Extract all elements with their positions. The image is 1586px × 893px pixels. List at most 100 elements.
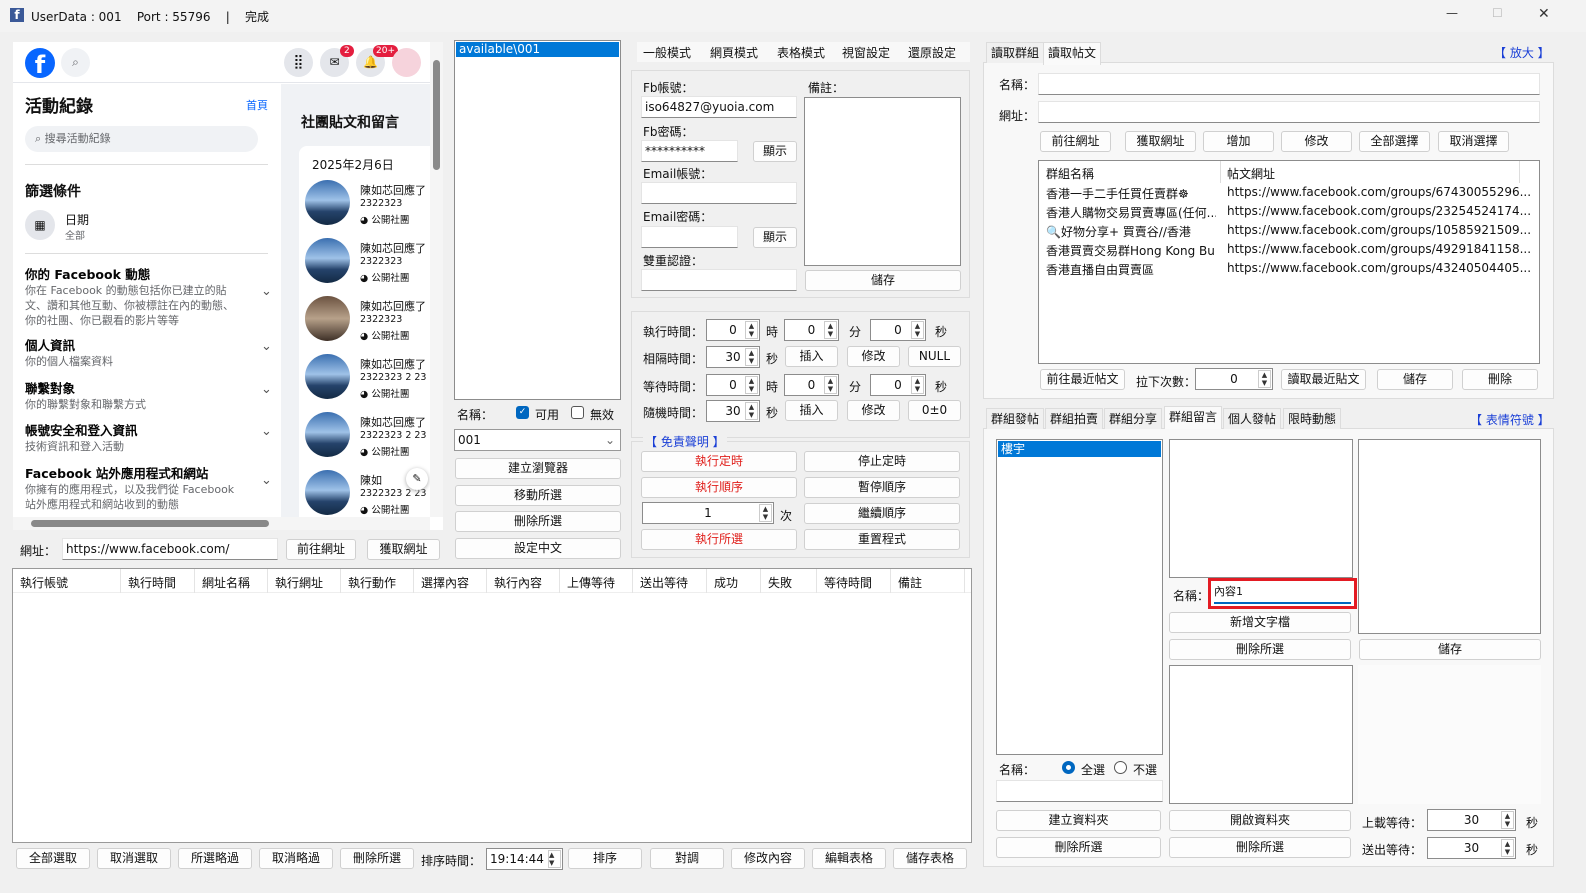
- enabled-checkbox[interactable]: ✓: [516, 406, 529, 419]
- date-filter-label[interactable]: 日期: [65, 211, 89, 228]
- post-item[interactable]: 陳如芯回應了 2322323 ◕ 公開社團: [303, 180, 430, 236]
- browser-view[interactable]: f ⌕ ⣿ ✉ 2 🔔 20+ 活動紀錄 首頁 ⌕ 搜尋活動紀錄 篩選條件 ▦ …: [13, 42, 443, 530]
- cancel-skip-button[interactable]: 取消略過: [259, 848, 333, 869]
- fb-password-input[interactable]: **********: [641, 140, 738, 162]
- random-spinner[interactable]: 30 ▲ ▼: [706, 400, 760, 422]
- avatar[interactable]: [392, 48, 421, 77]
- section-security[interactable]: 帳號安全和登入資訊 技術資訊和登入活動 ⌄: [25, 420, 275, 454]
- modify-random-button[interactable]: 修改: [847, 400, 900, 421]
- move-selected-button[interactable]: 移動所選: [455, 485, 621, 506]
- delete-read-button[interactable]: 刪除: [1462, 369, 1538, 390]
- pause-sequence-button[interactable]: 暫停順序: [804, 477, 960, 498]
- column-header-group-name[interactable]: 群組名稱: [1046, 165, 1094, 182]
- content-text-area[interactable]: [1358, 439, 1541, 634]
- chevron-down-icon[interactable]: ⌄: [261, 382, 272, 397]
- get-url-button[interactable]: 獲取網址: [367, 539, 440, 560]
- pull-count-spinner[interactable]: 0 ▲ ▼: [1195, 368, 1273, 390]
- activity-search-input[interactable]: ⌕ 搜尋活動紀錄: [25, 126, 258, 152]
- profile-item-selected[interactable]: available\001: [456, 42, 619, 57]
- table-row[interactable]: 香港一手二手任買任賣群☸ https://www.facebook.com/gro…: [1039, 183, 1539, 202]
- stop-timer-button[interactable]: 停止定時: [804, 451, 960, 472]
- tab-group-auction[interactable]: 群組拍賣: [1045, 408, 1104, 429]
- menu-table-mode[interactable]: 表格模式: [777, 44, 825, 61]
- read-name-input[interactable]: [1038, 73, 1540, 95]
- column-header-post-url[interactable]: 帖文網址: [1227, 165, 1275, 182]
- vertical-scrollbar[interactable]: [430, 42, 443, 517]
- tab-read-groups[interactable]: 讀取群組: [986, 42, 1045, 63]
- table-row[interactable]: 香港人購物交易買賣專區(任何... https://www.facebook.co…: [1039, 202, 1539, 221]
- chevron-down-icon[interactable]: ⌄: [261, 284, 272, 299]
- table-row[interactable]: 🔍好物分享+ 買賣谷//香港 https://www.facebook.com/g…: [1039, 221, 1539, 240]
- chevron-down-icon[interactable]: ⌄: [261, 473, 272, 488]
- table-row[interactable]: 香港買賣交易群Hong Kong Bu... https://www.facebo…: [1039, 240, 1539, 259]
- post-item[interactable]: 陳如芯回應了 2322323 ◕ 公開社團: [303, 238, 430, 294]
- menu-restore-settings[interactable]: 還原設定: [908, 44, 956, 61]
- read-url-input[interactable]: [1038, 101, 1540, 123]
- delete-selected-button[interactable]: 刪除所選: [455, 511, 621, 532]
- skip-selected-button[interactable]: 所選略過: [178, 848, 252, 869]
- horizontal-scrollbar[interactable]: [13, 517, 430, 530]
- save-table-button[interactable]: 儲存表格: [893, 848, 967, 869]
- read-go-url-button[interactable]: 前往網址: [1040, 131, 1111, 152]
- column-header[interactable]: 執行內容: [494, 574, 542, 591]
- profile-combo[interactable]: 001 ⌄: [454, 429, 621, 451]
- send-wait-spinner[interactable]: 30 ▲ ▼: [1427, 837, 1516, 859]
- wait-second-spinner[interactable]: 0 ▲ ▼: [870, 374, 926, 396]
- insert-random-button[interactable]: 插入: [785, 400, 838, 421]
- deselect-rows-button[interactable]: 取消選取: [97, 848, 171, 869]
- minimize-button[interactable]: —: [1446, 6, 1458, 20]
- column-header[interactable]: 送出等待: [640, 574, 688, 591]
- zoom-link[interactable]: 【 放大 】: [1494, 44, 1550, 61]
- chevron-down-icon[interactable]: ⌄: [261, 424, 272, 439]
- menu-window-settings[interactable]: 視窗設定: [842, 44, 890, 61]
- maximize-button[interactable]: ☐: [1492, 6, 1503, 20]
- set-chinese-button[interactable]: 設定中文: [455, 538, 621, 559]
- exec-second-spinner[interactable]: 0 ▲ ▼: [870, 319, 926, 341]
- column-header[interactable]: 執行時間: [128, 574, 176, 591]
- column-header[interactable]: 備註: [898, 574, 922, 591]
- close-button[interactable]: ✕: [1538, 6, 1550, 22]
- column-header[interactable]: 成功: [714, 574, 738, 591]
- read-recent-post-button[interactable]: 讀取最近貼文: [1281, 369, 1366, 390]
- select-all-button[interactable]: 全部選擇: [1359, 131, 1430, 152]
- swap-button[interactable]: 對調: [650, 848, 724, 869]
- column-header[interactable]: 執行網址: [275, 574, 323, 591]
- email-password-input[interactable]: [641, 226, 738, 248]
- chevron-down-icon[interactable]: ⌄: [261, 339, 272, 354]
- profile-list[interactable]: available\001: [454, 40, 621, 400]
- category-item-selected[interactable]: 樓宇: [998, 441, 1161, 457]
- facebook-logo-icon[interactable]: f: [25, 48, 55, 79]
- create-folder-button[interactable]: 建立資料夾: [996, 810, 1161, 831]
- category-list[interactable]: 樓宇: [996, 439, 1163, 755]
- tab-group-share[interactable]: 群組分享: [1104, 408, 1163, 429]
- post-item[interactable]: 陳如芯回應了 2322323 2 23 ◕ 公開社團: [303, 412, 430, 468]
- menu-grid-icon[interactable]: ⣿: [284, 48, 313, 77]
- plus-minus-button[interactable]: 0±0: [908, 400, 961, 421]
- continue-sequence-button[interactable]: 繼續順序: [804, 503, 960, 524]
- modify-interval-button[interactable]: 修改: [847, 346, 900, 367]
- tab-read-posts[interactable]: 讀取帖文: [1043, 42, 1102, 65]
- exec-minute-spinner[interactable]: 0 ▲ ▼: [784, 319, 839, 341]
- show-fb-password-button[interactable]: 顯示: [753, 141, 797, 162]
- read-get-url-button[interactable]: 獲取網址: [1125, 131, 1196, 152]
- home-link[interactable]: 首頁: [246, 97, 268, 113]
- run-sequence-button[interactable]: 執行順序: [641, 477, 797, 498]
- delete-rows-button[interactable]: 刪除所選: [340, 848, 414, 869]
- menu-general-mode[interactable]: 一般模式: [643, 44, 691, 61]
- section-contacts[interactable]: 聯繫對象 你的聯繫對象和聯繫方式 ⌄: [25, 378, 275, 412]
- tab-group-comment[interactable]: 群組留言: [1164, 406, 1223, 429]
- run-selected-button[interactable]: 執行所選: [641, 529, 797, 550]
- edit-content-button[interactable]: 修改內容: [731, 848, 805, 869]
- tab-personal-post[interactable]: 個人發帖: [1223, 408, 1282, 429]
- column-header[interactable]: 上傳等待: [567, 574, 615, 591]
- run-timer-button[interactable]: 執行定時: [641, 451, 797, 472]
- sort-button[interactable]: 排序: [568, 848, 642, 869]
- null-button[interactable]: NULL: [908, 346, 961, 367]
- edit-table-button[interactable]: 編輯表格: [812, 848, 886, 869]
- image-list[interactable]: [1169, 665, 1353, 804]
- save-account-button[interactable]: 儲存: [805, 270, 961, 291]
- column-header[interactable]: 失敗: [768, 574, 792, 591]
- insert-interval-button[interactable]: 插入: [785, 346, 838, 367]
- new-message-icon[interactable]: ✎: [406, 468, 428, 490]
- select-none-radio[interactable]: [1114, 761, 1127, 774]
